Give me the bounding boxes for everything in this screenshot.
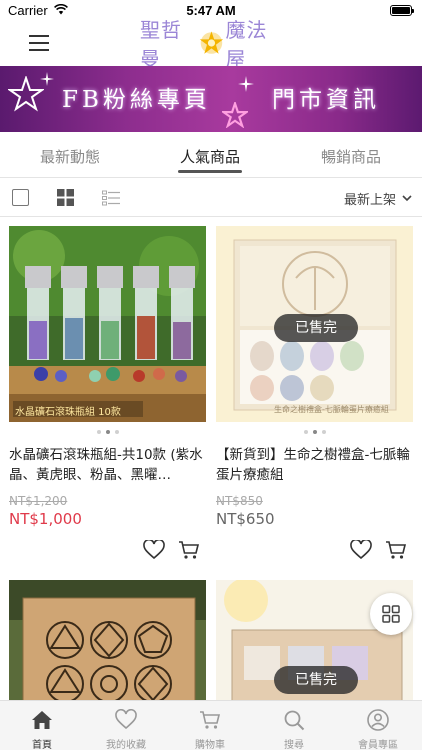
carousel-dot [114, 430, 119, 434]
sort-dropdown[interactable]: 最新上架 [344, 189, 412, 208]
nav-favorites[interactable]: 我的收藏 [84, 701, 168, 750]
product-title[interactable]: 水晶礦石滾珠瓶組-共10款 (紫水晶、黃虎眼、粉晶、黑曜… [9, 445, 206, 485]
sale-price: NT$1,000 [9, 510, 82, 528]
sale-price: NT$650 [216, 510, 275, 528]
bottom-navigation: 首頁 我的收藏 購物車 搜尋 會員專區 [0, 700, 422, 750]
heart-icon[interactable] [350, 540, 372, 560]
grid-icon [382, 605, 400, 623]
app-header: 聖哲曼 魔法屋 [0, 18, 422, 71]
store-info-link[interactable]: 門市資訊 [272, 80, 380, 114]
brand-logo[interactable]: 聖哲曼 魔法屋 [140, 18, 282, 71]
tab-latest-news[interactable]: 最新動態 [40, 146, 100, 167]
cart-icon [200, 711, 221, 729]
image-caption: 水晶礦石滾珠瓶組 10款 [15, 407, 121, 418]
select-all-checkbox[interactable] [12, 189, 29, 206]
nav-label: 搜尋 [284, 740, 304, 750]
carousel-dot [96, 430, 101, 434]
list-toolbar: 最新上架 [0, 179, 422, 217]
search-icon [284, 710, 305, 731]
carousel-dot [312, 430, 317, 434]
original-price: NT$1,200 [9, 494, 68, 508]
grid-view-icon[interactable] [57, 189, 74, 206]
home-icon [32, 711, 52, 729]
product-card[interactable]: 生命之樹禮盒-七脈輪蛋片療癒組 已售完 【新貨到】生命之樹禮盒-七脈輪蛋片療癒組… [216, 226, 413, 566]
cart-icon[interactable] [178, 540, 200, 560]
sold-out-badge: 已售完 [274, 314, 358, 342]
menu-icon[interactable] [29, 35, 49, 51]
nav-search[interactable]: 搜尋 [252, 701, 336, 750]
tab-best-sellers[interactable]: 暢銷商品 [321, 146, 381, 167]
layout-toggle-button[interactable] [370, 593, 412, 635]
original-price: NT$850 [216, 494, 263, 508]
sort-label: 最新上架 [343, 193, 396, 208]
star-decoration-icon [8, 76, 44, 112]
carousel-dot [303, 430, 308, 434]
nav-cart[interactable]: 購物車 [168, 701, 252, 750]
carousel-dot [105, 430, 110, 434]
active-tab-indicator [178, 170, 242, 173]
category-tabs: 最新動態 人氣商品 暢銷商品 [0, 134, 422, 178]
image-caption: 生命之樹禮盒-七脈輪蛋片療癒組 [274, 405, 389, 414]
list-view-icon[interactable] [102, 190, 120, 206]
star-decoration-icon [222, 102, 248, 128]
promo-banner[interactable]: FB粉絲專頁 門市資訊 [0, 66, 422, 132]
clock: 5:47 AM [186, 3, 236, 18]
product-card[interactable]: 水晶礦石滾珠瓶組 10款 水晶礦石滾珠瓶組-共10款 (紫水晶、黃虎眼、粉晶、黑… [9, 226, 206, 566]
status-bar: Carrier 5:47 AM [0, 0, 422, 22]
cart-icon[interactable] [385, 540, 407, 560]
product-image[interactable]: 生命之樹禮盒-七脈輪蛋片療癒組 已售完 [216, 226, 413, 422]
nav-home[interactable]: 首頁 [0, 701, 84, 750]
sold-out-badge: 已售完 [274, 666, 358, 694]
nav-label: 購物車 [195, 740, 225, 750]
sparkle-icon [238, 76, 254, 92]
chevron-down-icon [402, 195, 412, 202]
nav-label: 會員專區 [358, 740, 398, 750]
image-carousel-dots [216, 430, 413, 434]
product-title[interactable]: 【新貨到】生命之樹禮盒-七脈輪蛋片療癒組 [216, 445, 413, 485]
carousel-dot [321, 430, 326, 434]
tab-popular-products[interactable]: 人氣商品 [180, 146, 240, 167]
battery-icon [390, 5, 414, 16]
product-card[interactable] [9, 580, 206, 700]
product-image[interactable] [9, 580, 206, 700]
logo-star-icon [199, 31, 223, 54]
nav-label: 首頁 [32, 740, 52, 750]
heart-icon[interactable] [143, 540, 165, 560]
image-carousel-dots [9, 430, 206, 434]
logo-text-left: 聖哲曼 [140, 18, 182, 71]
product-image[interactable]: 水晶礦石滾珠瓶組 10款 [9, 226, 206, 422]
sparkle-icon [40, 72, 54, 86]
fb-fanpage-link[interactable]: FB粉絲專頁 [62, 80, 211, 114]
logo-text-right: 魔法屋 [225, 18, 268, 71]
nav-member[interactable]: 會員專區 [336, 701, 420, 750]
heart-icon [115, 709, 137, 730]
user-icon [367, 709, 389, 731]
nav-label: 我的收藏 [106, 740, 146, 750]
